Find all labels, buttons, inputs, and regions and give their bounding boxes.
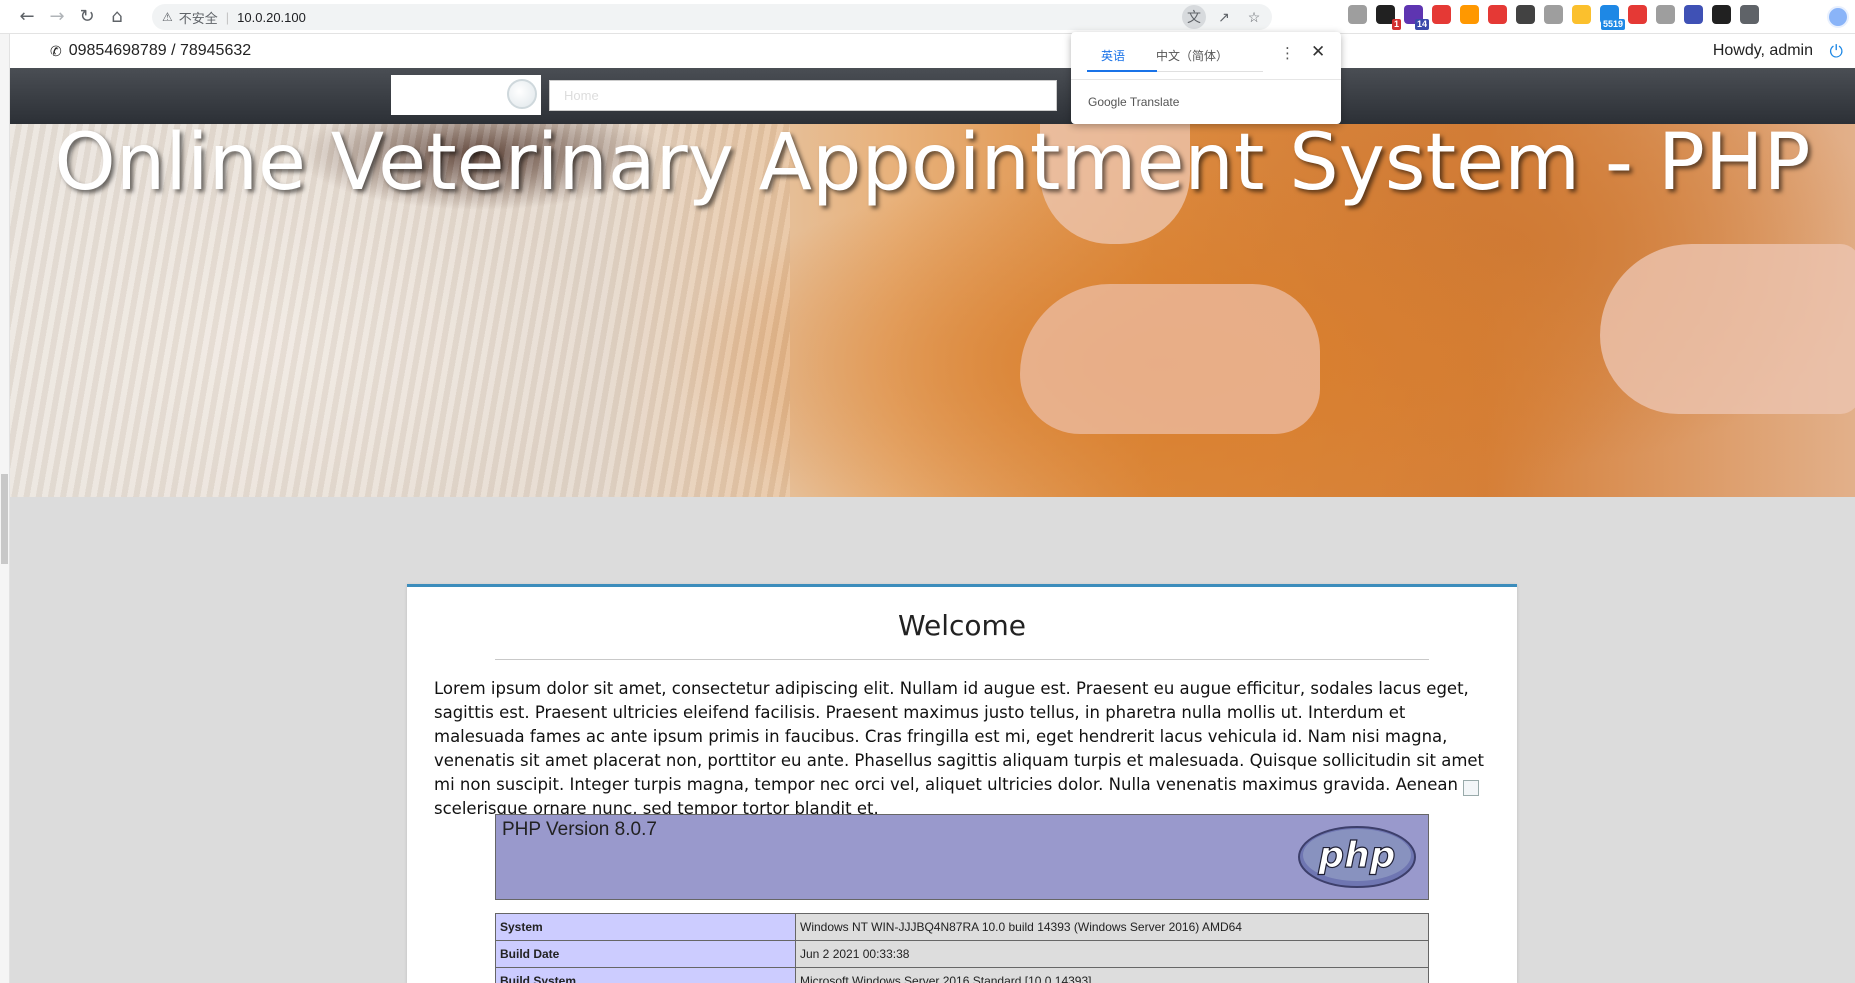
welcome-body-text: Lorem ipsum dolor sit amet, consectetur …: [434, 679, 1485, 818]
nav-menu-home[interactable]: Home: [549, 80, 1057, 111]
ext-10-icon[interactable]: 5519: [1600, 5, 1625, 30]
phpinfo-value: Jun 2 2021 00:33:38: [795, 940, 1429, 968]
hero-image-hand-center: [1020, 284, 1320, 434]
ext-14-icon[interactable]: [1712, 5, 1731, 24]
phpinfo-row: Build System Microsoft Windows Server 201…: [495, 967, 1429, 983]
logo-icon: [507, 79, 537, 109]
ext-7-icon[interactable]: [1516, 5, 1535, 24]
forward-icon[interactable]: →: [44, 4, 70, 30]
back-icon[interactable]: ←: [14, 4, 40, 30]
left-scrollbar[interactable]: [0, 34, 10, 983]
more-options-icon[interactable]: ⋮: [1280, 44, 1295, 62]
home-icon[interactable]: ⌂: [104, 4, 130, 30]
ext-6-icon[interactable]: [1488, 5, 1507, 24]
ext-9-icon[interactable]: [1572, 5, 1591, 24]
user-greeting[interactable]: Howdy, admin: [1713, 42, 1813, 60]
close-icon[interactable]: ✕: [1311, 42, 1325, 62]
ext-10-badge: 5519: [1600, 19, 1625, 30]
phpinfo-row: Build Date Jun 2 2021 00:33:38: [495, 940, 1429, 968]
translate-tab-indicator: [1087, 70, 1157, 72]
address-bar[interactable]: ⚠ 不安全 | 10.0.20.100 文 ↗ ☆: [152, 4, 1272, 30]
phone-icon: ✆: [50, 42, 62, 59]
phone-numbers: 09854698789 / 78945632: [68, 42, 252, 59]
profile-avatar[interactable]: [1827, 6, 1849, 28]
phpinfo-value: Windows NT WIN-JJJBQ4N87RA 10.0 build 14…: [795, 913, 1429, 941]
heading-divider: [495, 659, 1429, 660]
ext-13-icon[interactable]: [1684, 5, 1703, 24]
ext-12-icon[interactable]: [1656, 5, 1675, 24]
extensions-bar: 1 14 5519: [1348, 5, 1759, 30]
translate-icon[interactable]: 文: [1182, 5, 1206, 29]
bookmark-star-icon[interactable]: ☆: [1242, 5, 1266, 29]
site-logo[interactable]: [391, 75, 541, 115]
share-icon[interactable]: ↗: [1212, 5, 1236, 29]
ext-5-icon[interactable]: [1460, 5, 1479, 24]
welcome-heading: Welcome: [897, 609, 1027, 642]
reload-icon[interactable]: ↻: [74, 4, 100, 30]
ext-11-icon[interactable]: [1628, 5, 1647, 24]
security-label: 不安全: [178, 10, 218, 26]
ext-8-icon[interactable]: [1544, 5, 1563, 24]
translate-tab-source[interactable]: 英语: [1101, 47, 1125, 64]
ext-2-badge: 1: [1391, 19, 1401, 30]
main-navbar: Home: [10, 68, 1855, 124]
ext-2-icon[interactable]: 1: [1376, 5, 1401, 30]
ext-3-icon[interactable]: 14: [1404, 5, 1429, 30]
welcome-card: Welcome Lorem ipsum dolor sit amet, cons…: [407, 584, 1517, 983]
hero-banner: Online Veterinary Appointment System - P…: [10, 124, 1855, 497]
translate-brand: Google Translate: [1088, 95, 1180, 109]
translate-divider: [1071, 79, 1341, 80]
php-logo-text: php: [1317, 835, 1395, 876]
omnibox-actions: 文 ↗ ☆: [1182, 5, 1266, 29]
scrollbar-thumb[interactable]: [1, 474, 8, 564]
php-logo-icon: php: [1298, 826, 1416, 888]
phpinfo-key: Build Date: [495, 940, 796, 968]
top-info-bar: ✆ 09854698789 / 78945632 Howdy, admin ⏻: [10, 34, 1855, 68]
phpinfo-header: PHP Version 8.0.7 php: [495, 814, 1429, 900]
translate-tab-target[interactable]: 中文（简体）: [1156, 47, 1228, 64]
phpinfo-row: System Windows NT WIN-JJJBQ4N87RA 10.0 bu…: [495, 913, 1429, 941]
hero-image-hand-right: [1600, 244, 1855, 414]
ext-3-badge: 14: [1414, 19, 1429, 30]
translate-popup: 英语 中文（简体） ⋮ ✕ Google Translate: [1071, 32, 1341, 124]
ext-4-icon[interactable]: [1432, 5, 1451, 24]
logout-power-icon[interactable]: ⏻: [1830, 42, 1843, 62]
ext-1-icon[interactable]: [1348, 5, 1367, 24]
phpinfo-key: System: [495, 913, 796, 941]
url-text: 10.0.20.100: [237, 9, 306, 25]
contact-phone: ✆ 09854698789 / 78945632: [50, 42, 251, 60]
address-separator: |: [225, 9, 230, 25]
phpinfo-key: Build System: [495, 967, 796, 983]
browser-toolbar: ← → ↻ ⌂ ⚠ 不安全 | 10.0.20.100 文 ↗ ☆ 1 14 551…: [0, 0, 1855, 34]
phpinfo-value: Microsoft Windows Server 2016 Standard […: [795, 967, 1429, 983]
phpinfo-table: System Windows NT WIN-JJJBQ4N87RA 10.0 bu…: [495, 913, 1429, 983]
php-version-title: PHP Version 8.0.7: [502, 819, 657, 840]
warning-icon[interactable]: ⚠: [162, 10, 173, 24]
broken-image-icon: [1463, 780, 1479, 796]
ext-15-icon[interactable]: [1740, 5, 1759, 24]
hero-title: Online Veterinary Appointment System - P…: [54, 124, 1811, 208]
